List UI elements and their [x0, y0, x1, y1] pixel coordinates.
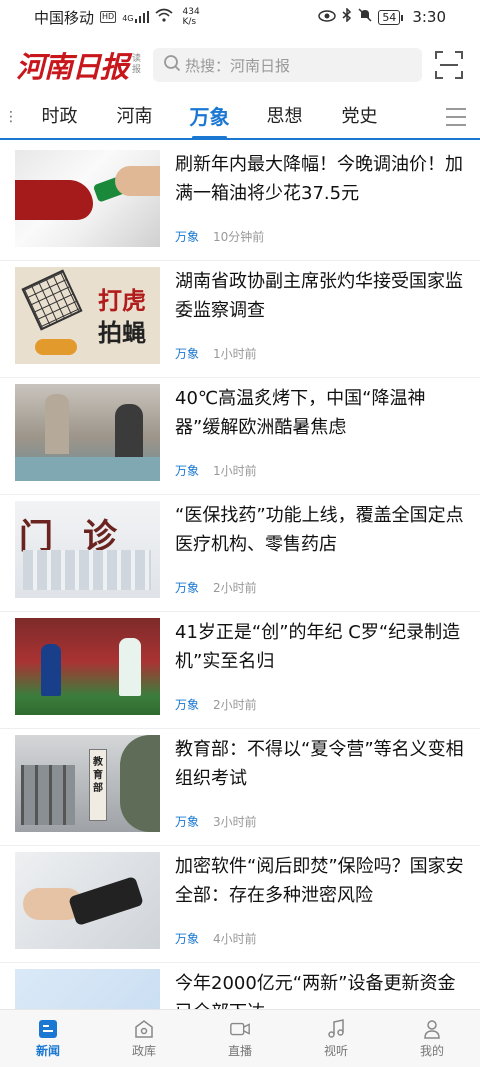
nav-label: 政库	[131, 1044, 156, 1058]
news-thumbnail	[15, 969, 160, 1009]
signal-icon: 4G	[122, 11, 149, 23]
video-icon	[229, 1018, 251, 1040]
news-item[interactable]: 41岁正是“创”的年纪 C罗“纪录制造机”实至名归 万象 2小时前	[0, 612, 480, 729]
scan-icon[interactable]	[434, 50, 464, 80]
channel-tabs: ⋮ 时政 河南 万象 思想 党史	[0, 96, 480, 140]
news-tag: 万象	[175, 815, 200, 829]
music-icon	[325, 1018, 347, 1040]
tab-sixiang[interactable]: 思想	[247, 95, 322, 139]
app-logo: 河南日报 读 报	[16, 50, 142, 84]
status-bar: 中国移动 HD 4G 434 K/s 54 3:30	[0, 0, 480, 34]
app-header: 河南日报 读 报 热搜：河南日报	[0, 34, 480, 96]
nav-live[interactable]: 直播	[192, 1010, 288, 1067]
news-item[interactable]: 今年2000亿元“两新”设备更新资金已全部下达	[0, 963, 480, 1009]
thumbnail-caption: 拍蝇	[98, 318, 146, 347]
nav-news[interactable]: 新闻	[0, 1010, 96, 1067]
search-bar[interactable]: 热搜：河南日报	[153, 48, 422, 82]
news-thumbnail: 打虎 拍蝇	[15, 267, 160, 364]
news-title: 湖南省政协副主席张灼华接受国家监委监察调查	[175, 271, 463, 321]
news-item[interactable]: 刷新年内最大降幅！今晚调油价！加满一箱油将少花37.5元 万象 10分钟前	[0, 144, 480, 261]
news-title: 刷新年内最大降幅！今晚调油价！加满一箱油将少花37.5元	[175, 154, 463, 204]
tab-henan[interactable]: 河南	[97, 95, 172, 139]
news-time: 4小时前	[213, 932, 257, 946]
eye-icon	[318, 8, 337, 26]
news-time: 2小时前	[213, 698, 257, 712]
news-title: 40℃高温炙烤下，中国“降温神器”缓解欧洲酷暑焦虑	[175, 388, 426, 438]
nav-profile[interactable]: 我的	[384, 1010, 480, 1067]
news-item[interactable]: 门诊 “医保找药”功能上线，覆盖全国定点医疗机构、零售药店 万象 2小时前	[0, 495, 480, 612]
nav-label: 新闻	[35, 1044, 60, 1058]
news-item[interactable]: 40℃高温炙烤下，中国“降温神器”缓解欧洲酷暑焦虑 万象 1小时前	[0, 378, 480, 495]
news-time: 1小时前	[213, 347, 257, 361]
news-thumbnail: 教育部	[15, 735, 160, 832]
more-dots-icon[interactable]: ⋮	[0, 109, 22, 125]
tab-shizheng[interactable]: 时政	[22, 95, 97, 139]
news-list: 刷新年内最大降幅！今晚调油价！加满一箱油将少花37.5元 万象 10分钟前 打虎 …	[0, 144, 480, 1009]
news-tag: 万象	[175, 932, 200, 946]
tab-dangshi[interactable]: 党史	[322, 95, 397, 139]
news-thumbnail	[15, 852, 160, 949]
news-tag: 万象	[175, 347, 200, 361]
search-placeholder: 热搜：河南日报	[185, 56, 291, 75]
news-thumbnail	[15, 384, 160, 481]
channel-menu-icon[interactable]	[446, 108, 466, 132]
news-time: 2小时前	[213, 581, 257, 595]
news-title: 41岁正是“创”的年纪 C罗“纪录制造机”实至名归	[175, 622, 461, 672]
bottom-nav: 新闻 政库 直播 视听 我的	[0, 1009, 480, 1067]
nav-label: 视听	[323, 1044, 348, 1058]
news-title: 加密软件“阅后即焚”保险吗？国家安全部：存在多种泄密风险	[175, 856, 464, 906]
news-title: “医保找药”功能上线，覆盖全国定点医疗机构、零售药店	[175, 505, 464, 555]
news-thumbnail: 门诊	[15, 501, 160, 598]
nav-label: 我的	[419, 1044, 444, 1058]
mute-icon	[358, 8, 372, 26]
news-thumbnail	[15, 150, 160, 247]
carrier-label: 中国移动	[34, 8, 95, 27]
nav-audiovisual[interactable]: 视听	[288, 1010, 384, 1067]
news-tag: 万象	[175, 581, 200, 595]
thumbnail-caption: 教育部	[89, 749, 107, 821]
thumbnail-caption: 打虎	[98, 286, 146, 315]
news-tag: 万象	[175, 698, 200, 712]
news-time: 1小时前	[213, 464, 257, 478]
user-icon	[421, 1018, 443, 1040]
news-tag: 万象	[175, 464, 200, 478]
news-icon	[37, 1018, 59, 1040]
battery-icon: 54	[378, 9, 404, 25]
news-title: 教育部：不得以“夏令营”等名义变相组织考试	[175, 739, 464, 789]
news-thumbnail	[15, 618, 160, 715]
nav-label: 直播	[227, 1044, 252, 1058]
news-item[interactable]: 打虎 拍蝇 湖南省政协副主席张灼华接受国家监委监察调查 万象 1小时前	[0, 261, 480, 378]
bluetooth-icon	[342, 7, 352, 26]
news-title: 今年2000亿元“两新”设备更新资金已全部下达	[175, 973, 456, 1009]
tab-wanxiang[interactable]: 万象	[172, 95, 247, 139]
news-time: 3小时前	[213, 815, 257, 829]
wifi-icon	[154, 8, 173, 26]
news-time: 10分钟前	[213, 230, 265, 244]
hd-badge: HD	[100, 11, 117, 23]
clock: 3:30	[412, 8, 446, 26]
library-icon	[133, 1018, 155, 1040]
net-speed: 434 K/s	[182, 7, 200, 27]
search-icon	[163, 54, 181, 76]
nav-library[interactable]: 政库	[96, 1010, 192, 1067]
news-item[interactable]: 教育部 教育部：不得以“夏令营”等名义变相组织考试 万象 3小时前	[0, 729, 480, 846]
news-tag: 万象	[175, 230, 200, 244]
news-item[interactable]: 加密软件“阅后即焚”保险吗？国家安全部：存在多种泄密风险 万象 4小时前	[0, 846, 480, 963]
